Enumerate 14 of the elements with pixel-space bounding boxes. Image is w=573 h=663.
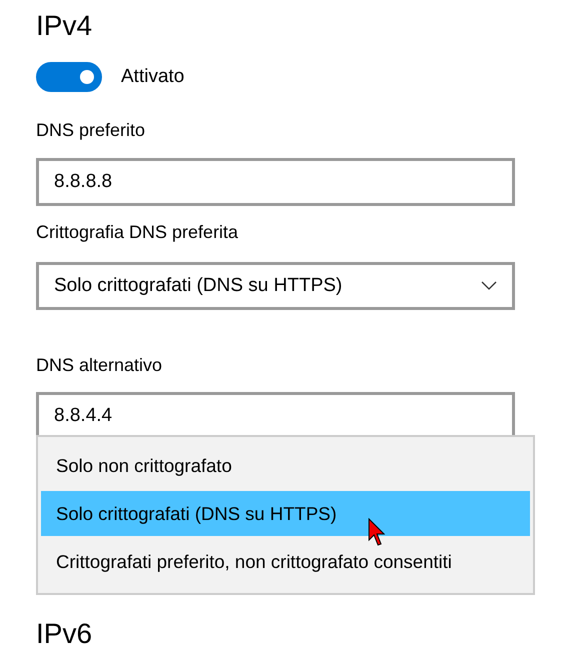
field-label: DNS preferito (36, 120, 146, 140)
field-label: DNS alternativo (36, 355, 162, 375)
chevron-down-icon (481, 281, 497, 291)
input-field[interactable]: 8.8.8.8 (36, 158, 515, 206)
menu-option[interactable]: Crittografati preferito, non crittografato consentiti (41, 538, 530, 586)
menu-option[interactable]: Solo non crittografato (41, 442, 530, 490)
toggle-switch[interactable] (36, 62, 102, 92)
cursor-icon (368, 518, 388, 548)
section-heading: IPv6 (36, 617, 92, 651)
section-heading: IPv4 (36, 9, 92, 43)
menu-option[interactable]: Solo crittografati (DNS su HTTPS) (41, 491, 530, 536)
toggle-label: Attivato (121, 66, 184, 88)
dropdown[interactable]: Solo crittografati (DNS su HTTPS) (36, 262, 515, 310)
field-label: Crittografia DNS preferita (36, 222, 238, 242)
